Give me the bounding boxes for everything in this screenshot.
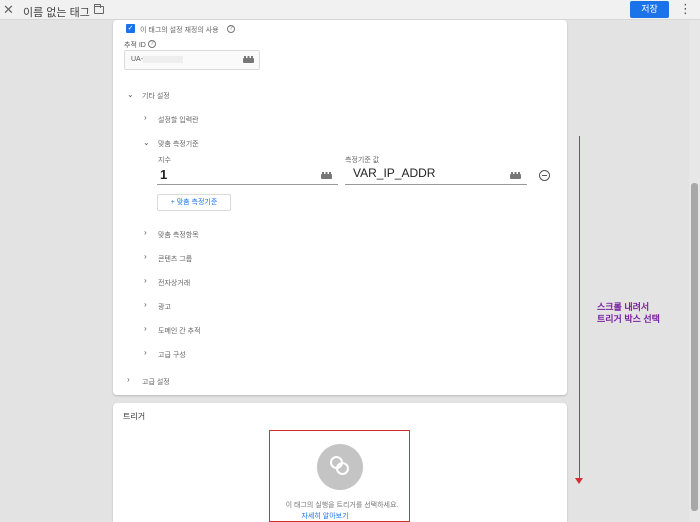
chevron-right-icon[interactable]: › [144,325,147,333]
help-icon[interactable]: ? [227,25,235,33]
trigger-highlight-box [269,430,410,522]
variable-picker-icon[interactable] [510,172,521,179]
tag-title[interactable]: 이름 없는 태그 [23,4,90,20]
scroll-instruction-annotation: 스크롤 내려서 트리거 박스 선택 [597,301,660,325]
trigger-card-title: 트리거 [123,412,146,421]
chevron-right-icon[interactable]: › [144,114,147,122]
advanced-settings-toggle[interactable]: 고급 설정 [142,377,170,387]
advanced-config-toggle[interactable]: 고급 구성 [158,350,186,360]
variable-picker-icon[interactable] [243,56,254,63]
tracking-id-value: UA- [131,56,144,63]
advertising-toggle[interactable]: 광고 [158,302,171,312]
annotation-line-1: 스크롤 내려서 [597,302,650,312]
index-value: 1 [160,167,168,182]
ecommerce-toggle[interactable]: 전자상거래 [158,278,190,288]
fields-to-set-toggle[interactable]: 설정할 입력란 [158,115,199,125]
remove-row-icon[interactable] [539,170,550,181]
folder-icon[interactable] [94,4,104,14]
chevron-down-icon[interactable]: ⌄ [127,91,134,99]
chevron-right-icon[interactable]: › [127,376,130,384]
custom-metrics-toggle[interactable]: 맞춤 측정항목 [158,230,199,240]
custom-dimensions-toggle[interactable]: 맞춤 측정기준 [158,139,199,149]
cross-domain-toggle[interactable]: 도메인 간 추적 [158,326,201,336]
settings-override-checkbox[interactable]: ✓ [126,24,135,33]
scrollbar-thumb[interactable] [691,183,698,511]
annotation-line-2: 트리거 박스 선택 [597,314,660,324]
save-button[interactable]: 저장 [630,1,669,18]
more-settings-toggle[interactable]: 기타 설정 [142,91,170,101]
chevron-right-icon[interactable]: › [144,301,147,309]
scroll-down-arrow [579,136,580,479]
help-icon[interactable]: ? [148,40,156,48]
dimension-value-label: 측정기준 값 [345,157,380,164]
dimension-value: VAR_IP_ADDR [353,166,436,180]
chevron-down-icon[interactable]: ⌄ [143,139,150,147]
chevron-right-icon[interactable]: › [144,229,147,237]
close-icon[interactable]: ✕ [3,2,14,18]
chevron-right-icon[interactable]: › [144,349,147,357]
variable-picker-icon[interactable] [321,172,332,179]
more-vert-icon[interactable]: ⋮ [679,2,692,16]
arrow-head-icon [575,478,583,484]
tracking-id-label: 추적 ID [124,42,146,49]
redacted-value [143,56,183,63]
settings-override-label: 이 태그의 설정 재정의 사용 [140,27,219,34]
chevron-right-icon[interactable]: › [144,277,147,285]
chevron-right-icon[interactable]: › [144,253,147,261]
add-custom-dimension-button[interactable]: + 맞춤 측정기준 [157,194,231,211]
editor-top-bar: ✕ 이름 없는 태그 저장 ⋮ [0,0,700,20]
content-groups-toggle[interactable]: 콘텐츠 그룹 [158,254,192,264]
index-input[interactable] [157,166,338,185]
index-label: 지수 [158,157,171,164]
